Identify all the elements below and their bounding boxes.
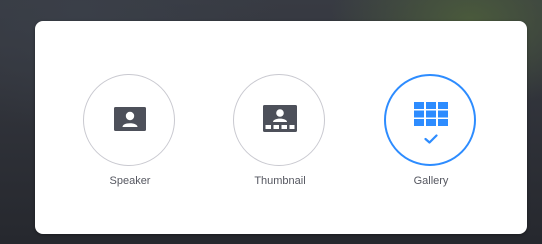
speaker-view-button[interactable] [83,74,175,166]
gallery-view-option[interactable]: Gallery [371,21,491,234]
gallery-view-label: Gallery [413,175,449,187]
thumbnail-view-option[interactable]: Thumbnail [220,21,340,234]
speaker-view-label: Speaker [109,175,151,187]
thumbnail-view-label: Thumbnail [254,175,306,187]
speaker-view-option[interactable]: Speaker [70,21,190,234]
gallery-view-button[interactable] [384,74,476,166]
speaker-view-icon [114,107,146,131]
view-layout-picker: Speaker Thumbnail Gallery [35,21,527,234]
checkmark-icon [424,134,438,144]
thumbnail-view-icon [263,105,297,132]
thumbnail-view-button[interactable] [233,74,325,166]
gallery-view-icon [414,102,448,126]
